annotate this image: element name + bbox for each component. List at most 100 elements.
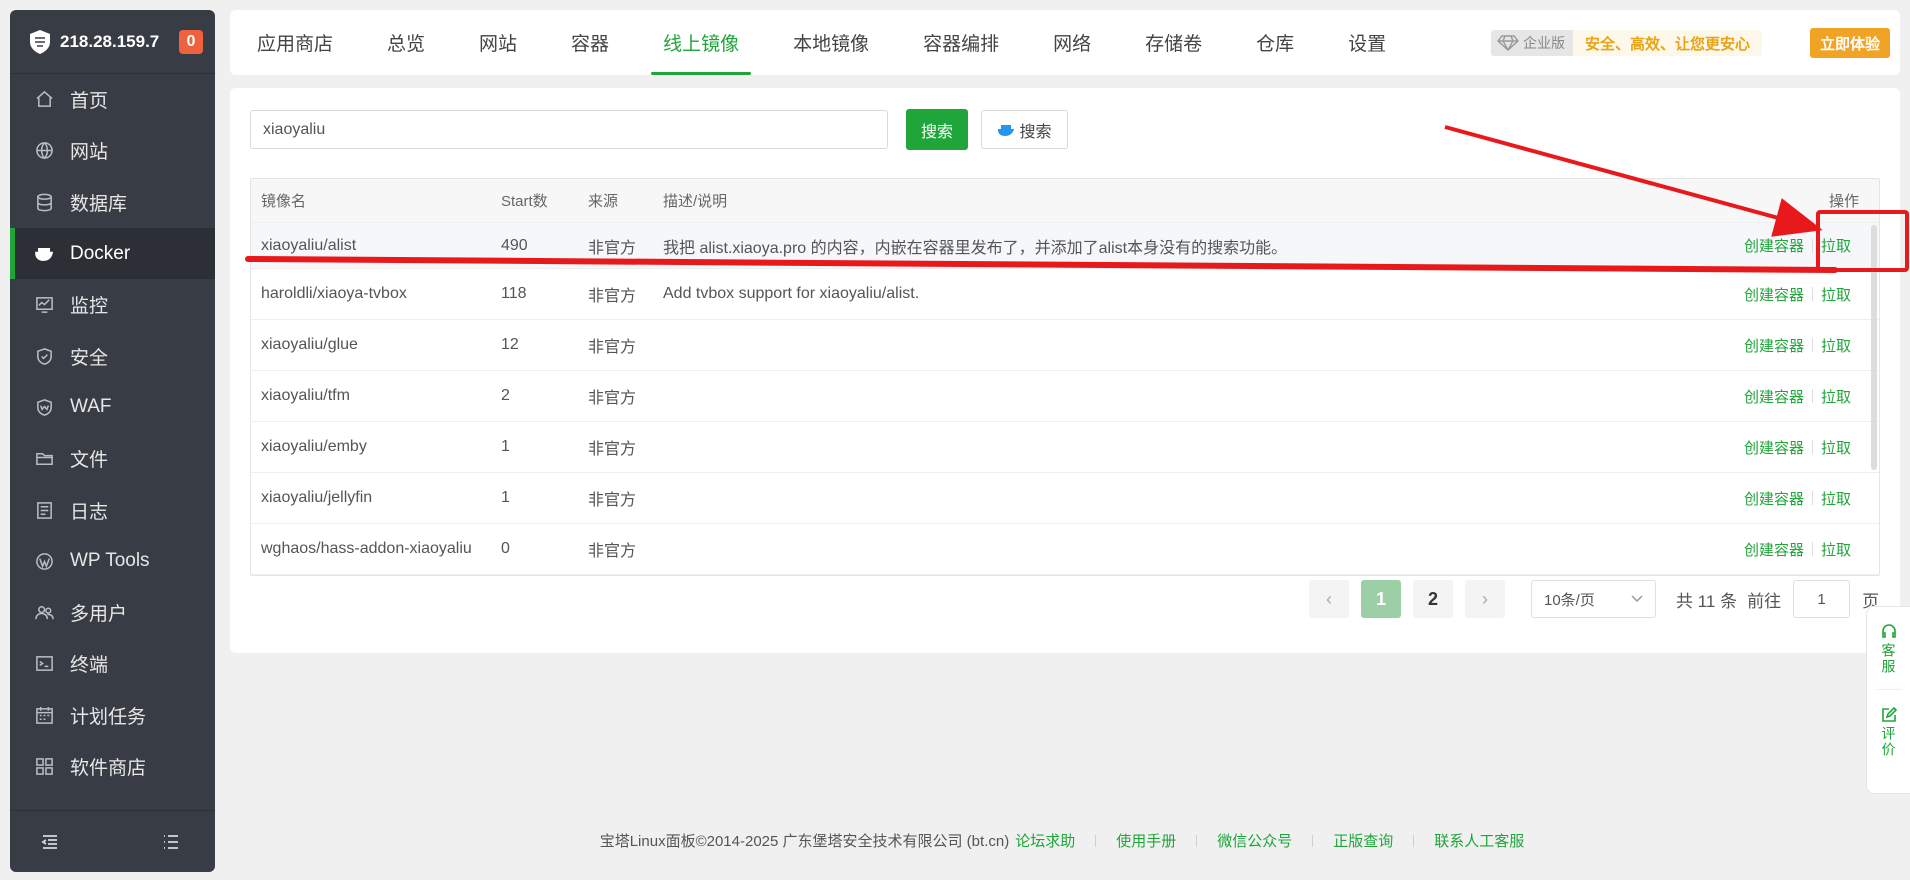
pull-image-button[interactable]: 拉取 (1821, 437, 1851, 458)
copyright-text: 宝塔Linux面板©2014-2025 广东堡塔安全技术有限公司 (bt.cn) (599, 833, 1010, 850)
sidebar-item-1[interactable]: 网站 (10, 125, 215, 176)
pull-image-button[interactable]: 拉取 (1821, 235, 1851, 256)
table-row: xiaoyaliu/jellyfin 1 非官方 创建容器 拉取 (251, 473, 1879, 524)
review-button[interactable]: 评价 (1880, 706, 1898, 758)
server-ip[interactable]: 218.28.159.7 (60, 32, 179, 52)
tab-9[interactable]: 仓库 (1229, 10, 1321, 75)
create-container-button[interactable]: 创建容器 (1744, 284, 1804, 305)
sidebar-item-0[interactable]: 首页 (10, 74, 215, 125)
pull-image-button[interactable]: 拉取 (1821, 488, 1851, 509)
database-icon (34, 192, 54, 212)
sidebar-item-9[interactable]: WP Tools (10, 536, 215, 587)
footer-link-manual[interactable]: 使用手册 (1116, 830, 1176, 851)
sidebar-item-11[interactable]: 终端 (10, 638, 215, 689)
image-stars: 0 (501, 540, 510, 557)
tab-7[interactable]: 网络 (1026, 10, 1118, 75)
tab-3[interactable]: 容器 (544, 10, 636, 75)
users-icon (34, 603, 54, 623)
sidebar-header: 218.28.159.7 0 (10, 10, 215, 74)
image-table: 镜像名 Start数 来源 描述/说明 操作 xiaoyaliu/alist 49… (250, 178, 1880, 576)
next-page-button[interactable]: › (1465, 580, 1505, 618)
sidebar-item-label: 监控 (70, 296, 109, 318)
action-divider (1811, 542, 1813, 556)
enterprise-banner[interactable]: 企业版 安全、高效、让您更安心 (1490, 30, 1762, 56)
create-container-button[interactable]: 创建容器 (1744, 335, 1804, 356)
sidebar-item-label: 文件 (70, 450, 109, 472)
sidebar-item-4[interactable]: 监控 (10, 279, 215, 330)
footer-link-support[interactable]: 联系人工客服 (1434, 830, 1524, 851)
sidebar-item-6[interactable]: WAF (10, 382, 215, 433)
notification-badge[interactable]: 0 (179, 29, 203, 54)
sidebar-item-3[interactable]: Docker (10, 227, 215, 280)
sidebar-item-8[interactable]: 日志 (10, 484, 215, 535)
col-source: 来源 (588, 193, 619, 210)
col-name: 镜像名 (261, 193, 307, 210)
sidebar-item-12[interactable]: 计划任务 (10, 690, 215, 741)
collapse-sidebar-icon[interactable] (40, 832, 60, 852)
tab-2[interactable]: 网站 (452, 10, 544, 75)
footer-link-wechat[interactable]: 微信公众号 (1217, 830, 1292, 851)
create-container-button[interactable]: 创建容器 (1744, 539, 1804, 560)
image-desc: 我把 alist.xiaoya.pro 的内容，内嵌在容器里发布了，并添加了al… (663, 239, 1288, 257)
chevron-down-icon (1631, 595, 1643, 603)
sidebar-item-label: 多用户 (70, 604, 128, 626)
action-divider (1811, 238, 1813, 253)
footer-divider (1413, 834, 1415, 847)
page-size-value: 10条/页 (1544, 591, 1595, 609)
sidebar-item-2[interactable]: 数据库 (10, 177, 215, 228)
tab-6[interactable]: 容器编排 (896, 10, 1026, 75)
wordpress-icon (34, 551, 54, 571)
tab-8[interactable]: 存储卷 (1118, 10, 1229, 75)
sidebar: 218.28.159.7 0 首页网站数据库 Docker 监控安全 WAF 文件日志 W… (10, 10, 215, 872)
footer-divider (1312, 834, 1314, 847)
sidebar-item-10[interactable]: 多用户 (10, 587, 215, 638)
image-stars: 12 (501, 336, 519, 353)
pull-image-button[interactable]: 拉取 (1821, 386, 1851, 407)
row-actions: 创建容器 拉取 (1731, 335, 1879, 356)
image-name: xiaoyaliu/jellyfin (261, 489, 373, 506)
page-1-button[interactable]: 1 (1361, 580, 1401, 618)
menu-list-icon[interactable] (161, 832, 181, 852)
table-row: xiaoyaliu/alist 490 非官方 我把 alist.xiaoya.pro… (251, 223, 1879, 269)
image-source: 非官方 (588, 339, 637, 356)
image-source: 非官方 (588, 441, 637, 458)
prev-page-button[interactable]: ‹ (1309, 580, 1349, 618)
table-row: wghaos/hass-addon-xiaoyaliu 0 非官方 创建容器 拉取 (251, 524, 1879, 575)
sidebar-item-label: 网站 (70, 142, 109, 164)
docker-hub-search-button[interactable]: 搜索 (981, 110, 1068, 149)
row-actions: 创建容器 拉取 (1731, 539, 1879, 560)
create-container-button[interactable]: 创建容器 (1744, 488, 1804, 509)
sidebar-item-7[interactable]: 文件 (10, 433, 215, 484)
pull-image-button[interactable]: 拉取 (1821, 335, 1851, 356)
tab-10[interactable]: 设置 (1321, 10, 1413, 75)
sidebar-item-5[interactable]: 安全 (10, 330, 215, 381)
tab-0[interactable]: 应用商店 (230, 10, 360, 75)
image-search-input[interactable] (250, 110, 888, 149)
table-row: xiaoyaliu/tfm 2 非官方 创建容器 拉取 (251, 371, 1879, 422)
widget-divider (1876, 689, 1901, 690)
tab-4[interactable]: 线上镜像 (636, 10, 766, 75)
log-icon (34, 500, 54, 520)
create-container-button[interactable]: 创建容器 (1744, 235, 1804, 256)
docker-search-label: 搜索 (1019, 123, 1052, 141)
search-button[interactable]: 搜索 (906, 109, 968, 150)
tab-1[interactable]: 总览 (360, 10, 452, 75)
create-container-button[interactable]: 创建容器 (1744, 386, 1804, 407)
sidebar-item-13[interactable]: 软件商店 (10, 741, 215, 792)
pull-image-button[interactable]: 拉取 (1821, 284, 1851, 305)
create-container-button[interactable]: 创建容器 (1744, 437, 1804, 458)
footer-link-license[interactable]: 正版查询 (1333, 830, 1393, 851)
table-scrollbar[interactable] (1871, 225, 1877, 470)
customer-service-button[interactable]: 客服 (1880, 623, 1898, 675)
page-size-select[interactable]: 10条/页 (1531, 580, 1656, 618)
try-now-button[interactable]: 立即体验 (1809, 28, 1890, 58)
page-2-button[interactable]: 2 (1413, 580, 1453, 618)
sidebar-item-label: 数据库 (70, 193, 128, 215)
diamond-icon (1497, 35, 1519, 51)
docker-icon (34, 244, 54, 264)
goto-page-input[interactable]: 1 (1793, 580, 1851, 618)
footer-link-forum[interactable]: 论坛求助 (1015, 830, 1075, 851)
pull-image-button[interactable]: 拉取 (1821, 539, 1851, 560)
tab-5[interactable]: 本地镜像 (766, 10, 896, 75)
row-actions: 创建容器 拉取 (1731, 437, 1879, 458)
